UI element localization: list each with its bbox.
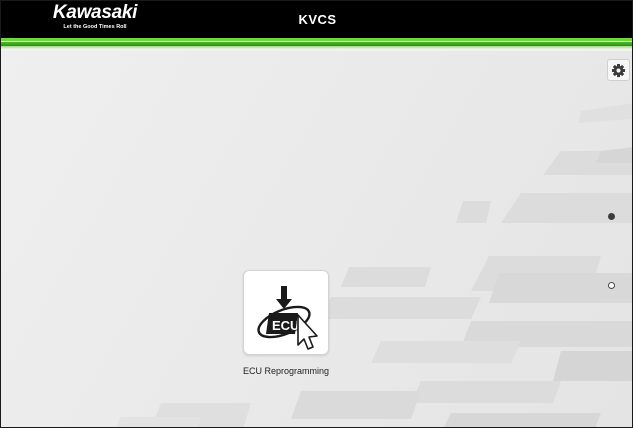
app-title: KVCS [298,12,337,27]
header-green-stripe [1,38,632,51]
ecu-icon-text: ECU [272,318,299,333]
ecu-reprogramming-tile[interactable]: ECU [243,270,329,355]
main-area: ECU ECU Reprogramming [1,51,632,427]
header-bar: Kawasaki Let the Good Times Roll KVCS [1,1,632,38]
page-indicator-1[interactable] [608,213,615,220]
app-window: Kawasaki Let the Good Times Roll KVCS EC… [0,0,633,428]
settings-button[interactable] [607,59,630,81]
page-indicator-2[interactable] [608,282,615,289]
ecu-reprogramming-icon: ECU [257,286,318,350]
ecu-reprogramming-label: ECU Reprogramming [242,366,330,376]
gear-icon [611,63,626,78]
